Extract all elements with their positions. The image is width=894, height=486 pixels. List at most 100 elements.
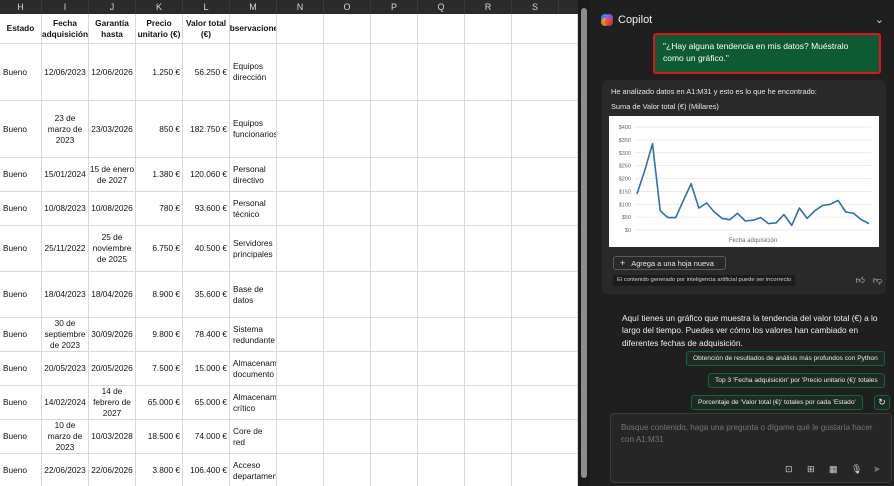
- scrollbar-thumb[interactable]: [581, 8, 587, 478]
- col-header-k[interactable]: K: [136, 0, 183, 14]
- cell-estado[interactable]: Bueno: [0, 420, 42, 453]
- cell-garantia[interactable]: 15 de enero de 2027: [89, 158, 136, 191]
- empty-cell[interactable]: [371, 226, 418, 271]
- cell-obs[interactable]: Core de red: [230, 420, 277, 453]
- header-estado[interactable]: Estado: [0, 14, 42, 43]
- empty-cell[interactable]: [324, 101, 371, 157]
- cell-obs[interactable]: Equipos dirección: [230, 44, 277, 100]
- cell-valor[interactable]: 74.000 €: [183, 420, 230, 453]
- empty-cell[interactable]: [277, 158, 324, 191]
- cell-garantia[interactable]: 30/09/2026: [89, 318, 136, 351]
- cell-valor[interactable]: 106.400 €: [183, 454, 230, 486]
- empty-cell[interactable]: [512, 101, 578, 157]
- add-to-new-sheet-button[interactable]: + Agrega a una hoja nueva: [613, 256, 726, 270]
- empty-cell[interactable]: [371, 318, 418, 351]
- cell-obs[interactable]: Personal directivo: [230, 158, 277, 191]
- cell-obs[interactable]: Equipos funcionarios: [230, 101, 277, 157]
- prompt-guide-icon[interactable]: ⊡: [785, 464, 793, 475]
- empty-cell[interactable]: [512, 420, 578, 453]
- cell-valor[interactable]: 182.750 €: [183, 101, 230, 157]
- empty-cell[interactable]: [371, 101, 418, 157]
- cell-estado[interactable]: Bueno: [0, 272, 42, 317]
- cell-garantia[interactable]: 20/05/2026: [89, 352, 136, 385]
- cell-estado[interactable]: Bueno: [0, 352, 42, 385]
- empty-cell[interactable]: [277, 318, 324, 351]
- cell-fecha[interactable]: 20/05/2023: [42, 352, 89, 385]
- empty-cell[interactable]: [371, 158, 418, 191]
- empty-cell[interactable]: [324, 272, 371, 317]
- suggestion-top3-fecha[interactable]: Top 3 'Fecha adquisición' por 'Precio un…: [708, 373, 885, 388]
- empty-cell[interactable]: [277, 14, 324, 43]
- header-observaciones[interactable]: Observaciones: [230, 14, 277, 43]
- empty-cell[interactable]: [324, 454, 371, 486]
- empty-cell[interactable]: [371, 386, 418, 419]
- cell-estado[interactable]: Bueno: [0, 44, 42, 100]
- empty-cell[interactable]: [277, 101, 324, 157]
- cell-valor[interactable]: 120.060 €: [183, 158, 230, 191]
- cell-fecha[interactable]: 14/02/2024: [42, 386, 89, 419]
- cell-precio[interactable]: 6.750 €: [136, 226, 183, 271]
- vertical-scrollbar[interactable]: [578, 0, 590, 486]
- header-garantia[interactable]: Garantía hasta: [89, 14, 136, 43]
- empty-cell[interactable]: [277, 386, 324, 419]
- empty-cell[interactable]: [465, 226, 512, 271]
- grid-view-icon[interactable]: ▦: [829, 464, 838, 475]
- empty-cell[interactable]: [324, 192, 371, 225]
- empty-cell[interactable]: [465, 14, 512, 43]
- col-header-s[interactable]: S: [512, 0, 559, 14]
- thumbs-up-icon[interactable]: 👍︎: [855, 275, 864, 285]
- empty-cell[interactable]: [277, 454, 324, 486]
- empty-cell[interactable]: [371, 272, 418, 317]
- suggestion-percentage-estado[interactable]: Porcentaje de 'Valor total (€)' totales …: [691, 395, 863, 410]
- empty-cell[interactable]: [324, 158, 371, 191]
- col-header-i[interactable]: I: [42, 0, 89, 14]
- cell-fecha[interactable]: 18/04/2023: [42, 272, 89, 317]
- trend-chart[interactable]: $0 $50 $100 $150 $200 $250 $300 $350 $400 Fecha a…: [609, 116, 879, 247]
- empty-cell[interactable]: [512, 272, 578, 317]
- cell-valor[interactable]: 40.500 €: [183, 226, 230, 271]
- cell-fecha[interactable]: 23 de marzo de 2023: [42, 101, 89, 157]
- empty-cell[interactable]: [371, 192, 418, 225]
- col-header-p[interactable]: P: [371, 0, 418, 14]
- cell-obs[interactable]: Base de datos: [230, 272, 277, 317]
- spreadsheet[interactable]: H I J K L M N O P Q R S Estado Fecha adq…: [0, 0, 578, 486]
- empty-cell[interactable]: [418, 420, 465, 453]
- empty-cell[interactable]: [277, 272, 324, 317]
- empty-cell[interactable]: [512, 158, 578, 191]
- empty-cell[interactable]: [277, 226, 324, 271]
- empty-cell[interactable]: [324, 420, 371, 453]
- cell-precio[interactable]: 7.500 €: [136, 352, 183, 385]
- cell-estado[interactable]: Bueno: [0, 101, 42, 157]
- cell-estado[interactable]: Bueno: [0, 454, 42, 486]
- empty-cell[interactable]: [371, 420, 418, 453]
- empty-cell[interactable]: [418, 352, 465, 385]
- header-fecha[interactable]: Fecha adquisición: [42, 14, 89, 43]
- empty-cell[interactable]: [465, 192, 512, 225]
- cell-fecha[interactable]: 10 de marzo de 2023: [42, 420, 89, 453]
- cell-fecha[interactable]: 25/11/2022: [42, 226, 89, 271]
- cell-fecha[interactable]: 30 de septiembre de 2023: [42, 318, 89, 351]
- empty-cell[interactable]: [512, 318, 578, 351]
- cell-precio[interactable]: 3.800 €: [136, 454, 183, 486]
- cell-garantia[interactable]: 10/03/2028: [89, 420, 136, 453]
- empty-cell[interactable]: [465, 454, 512, 486]
- cell-estado[interactable]: Bueno: [0, 386, 42, 419]
- empty-cell[interactable]: [418, 101, 465, 157]
- cell-precio[interactable]: 18.500 €: [136, 420, 183, 453]
- refresh-suggestions-icon[interactable]: ↻: [874, 395, 890, 410]
- cell-valor[interactable]: 35.600 €: [183, 272, 230, 317]
- cell-garantia[interactable]: 12/06/2026: [89, 44, 136, 100]
- header-valor[interactable]: Valor total (€): [183, 14, 230, 43]
- empty-cell[interactable]: [512, 226, 578, 271]
- cell-obs[interactable]: Sistema redundante: [230, 318, 277, 351]
- col-header-l[interactable]: L: [183, 0, 230, 14]
- col-header-n[interactable]: N: [277, 0, 324, 14]
- cell-obs[interactable]: Almacenamiento crítico: [230, 386, 277, 419]
- thumbs-down-icon[interactable]: 👎︎: [873, 275, 882, 285]
- cell-precio[interactable]: 850 €: [136, 101, 183, 157]
- empty-cell[interactable]: [465, 44, 512, 100]
- empty-cell[interactable]: [512, 192, 578, 225]
- col-header-q[interactable]: Q: [418, 0, 465, 14]
- col-header-h[interactable]: H: [0, 0, 42, 14]
- empty-cell[interactable]: [418, 192, 465, 225]
